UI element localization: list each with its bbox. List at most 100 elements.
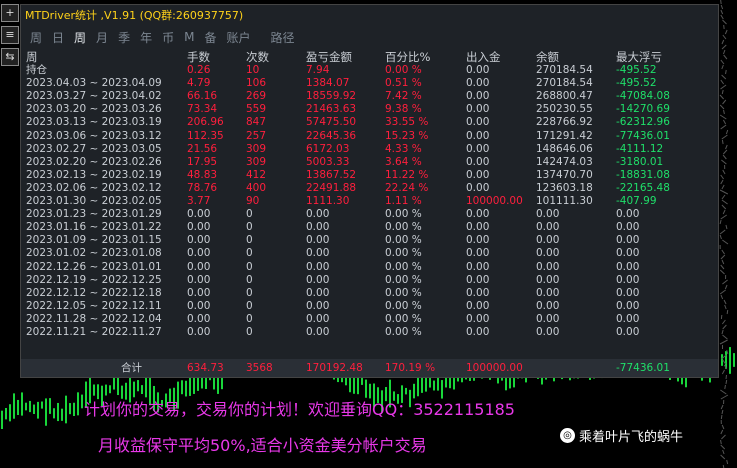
cell-dd: 0.00: [616, 234, 640, 247]
chart-tick: [725, 69, 727, 75]
cell-deposit: 0.00: [466, 64, 490, 77]
toolbar-button-1[interactable]: ≡: [1, 26, 19, 44]
period-tabs: 周日周月季年币 M 备账户 路径: [21, 27, 718, 47]
table-row[interactable]: 2023.03.27 ~ 2023.04.02 66.16 269 18559.92 7…: [21, 90, 718, 103]
cell-pl: 0.00: [306, 260, 330, 273]
table-row[interactable]: 2023.02.13 ~ 2023.02.19 48.83 412 13867.52 1…: [21, 169, 718, 182]
table-row[interactable]: 2023.01.30 ~ 2023.02.05 3.77 90 1111.30 1.11…: [21, 195, 718, 208]
toolbar-button-0[interactable]: +: [1, 4, 19, 22]
cell-period: 2023.01.09 ~ 2023.01.15: [26, 234, 162, 247]
cell-dd: -22165.48: [616, 181, 670, 194]
tab-8[interactable]: 备: [199, 29, 221, 46]
cell-period: 2022.11.21 ~ 2022.11.27: [26, 325, 162, 338]
table-row[interactable]: 2022.12.12 ~ 2022.12.18 0.00 0 0.00 0.00 % 0.…: [21, 287, 718, 300]
tab-1[interactable]: 日: [47, 29, 69, 46]
tab-5[interactable]: 年: [135, 29, 157, 46]
chart-tick: [722, 34, 727, 40]
table-row[interactable]: 2023.02.27 ~ 2023.03.05 21.56 309 6172.03 4.…: [21, 143, 718, 156]
chart-tick: [720, 264, 725, 270]
cell-dd: 0.00: [616, 260, 640, 273]
column-header: 百分比%: [385, 50, 431, 64]
chart-tick: [720, 214, 728, 220]
tab-4[interactable]: 季: [113, 29, 135, 46]
chart-tick: [720, 394, 729, 400]
table-row[interactable]: 2022.11.21 ~ 2022.11.27 0.00 0 0.00 0.00 % 0.…: [21, 326, 718, 339]
table-row[interactable]: 2023.01.09 ~ 2023.01.15 0.00 0 0.00 0.00 % 0.…: [21, 234, 718, 247]
cell-lots: 73.34: [187, 103, 218, 116]
table-row[interactable]: 2023.01.02 ~ 2023.01.08 0.00 0 0.00 0.00 % 0.…: [21, 247, 718, 260]
cell-balance: 0.00: [536, 299, 560, 312]
cell-period: 2023.01.02 ~ 2023.01.08: [26, 247, 162, 260]
cell-period: 2023.03.06 ~ 2023.03.12: [26, 129, 162, 142]
cell-lots: 3.77: [187, 195, 211, 208]
cell-pct: 4.33 %: [385, 142, 422, 155]
table-row[interactable]: 2023.01.23 ~ 2023.01.29 0.00 0 0.00 0.00 % 0.…: [21, 208, 718, 221]
ad-banner-line-1: 计划你的交易，交易你的计划！欢迎垂询QQ：3522115185: [84, 400, 515, 419]
tab-6[interactable]: 币: [157, 29, 179, 46]
tab-10[interactable]: 路径: [266, 29, 300, 46]
chart-tick: [726, 459, 729, 465]
cell-period: 2023.01.23 ~ 2023.01.29: [26, 208, 162, 221]
cell-period: 2023.03.27 ~ 2023.04.02: [26, 90, 162, 103]
chart-tick: [725, 224, 728, 230]
cell-dd: 0.00: [616, 286, 640, 299]
chart-tick: [721, 194, 726, 200]
cell-period: 2023.02.20 ~ 2023.02.26: [26, 155, 162, 168]
tab-7[interactable]: M: [179, 30, 199, 44]
chart-tick: [722, 149, 728, 155]
cell-period: 2022.11.28 ~ 2022.12.04: [26, 312, 162, 325]
chart-tick: [721, 39, 725, 45]
tab-2[interactable]: 周: [69, 29, 91, 46]
table-row[interactable]: 2023.03.20 ~ 2023.03.26 73.34 559 21463.63 9…: [21, 103, 718, 116]
cell-balance: 171291.42: [536, 129, 593, 142]
tab-9[interactable]: 账户: [221, 29, 255, 46]
chart-tick: [720, 174, 724, 180]
table-row[interactable]: 2022.12.26 ~ 2023.01.01 0.00 0 0.00 0.00 % 0.…: [21, 261, 718, 274]
chart-tick: [721, 434, 726, 440]
chart-tick: [722, 99, 727, 105]
totals-row: 合计 634.73 3568 170192.48 170.19 % 100000…: [21, 359, 718, 377]
cell-lots: 0.00: [187, 247, 211, 260]
table-row[interactable]: 持仓 0.26 10 7.94 0.00 % 0.00 270184.54 -495.52: [21, 64, 718, 77]
chart-tick: [721, 424, 725, 430]
cell-lots: 112.35: [187, 129, 224, 142]
cell-deposit: 0.00: [466, 116, 490, 129]
toolbar-button-2[interactable]: ⇆: [1, 48, 19, 66]
cell-lots: 48.83: [187, 168, 218, 181]
chart-tick: [720, 429, 724, 435]
table-row[interactable]: 2022.12.19 ~ 2022.12.25 0.00 0 0.00 0.00 % 0.…: [21, 274, 718, 287]
table-row[interactable]: 2023.03.06 ~ 2023.03.12 112.35 257 22645.36…: [21, 130, 718, 143]
tab-0[interactable]: 周: [25, 29, 47, 46]
cell-period: 2023.02.27 ~ 2023.03.05: [26, 142, 162, 155]
tab-3[interactable]: 月: [91, 29, 113, 46]
table-row[interactable]: 2023.02.06 ~ 2023.02.12 78.76 400 22491.88 2…: [21, 182, 718, 195]
table-row[interactable]: 2023.02.20 ~ 2023.02.26 17.95 309 5003.33 3.…: [21, 156, 718, 169]
chart-tick: [722, 49, 726, 55]
ad-banner-line-2: 月收益保守平均50%,适合小资金美分帐户交易: [98, 436, 427, 455]
table-row[interactable]: 2023.03.13 ~ 2023.03.19 206.96 847 57475.50…: [21, 116, 718, 129]
totals-label: 合计: [121, 362, 142, 374]
cell-balance: 0.00: [536, 208, 560, 221]
table-row[interactable]: 2023.04.03 ~ 2023.04.09 4.79 106 1384.07 0.5…: [21, 77, 718, 90]
table-row[interactable]: 2022.11.28 ~ 2022.12.04 0.00 0 0.00 0.00 % 0.…: [21, 313, 718, 326]
cell-dd: -495.52: [616, 77, 657, 90]
totals-pl: 170192.48: [306, 362, 363, 374]
cell-trades: 559: [246, 103, 267, 116]
cell-trades: 0: [246, 286, 253, 299]
cell-pl: 57475.50: [306, 116, 357, 129]
cell-pl: 0.00: [306, 325, 330, 338]
table-row[interactable]: 2023.01.16 ~ 2023.01.22 0.00 0 0.00 0.00 % 0.…: [21, 221, 718, 234]
cell-pl: 0.00: [306, 247, 330, 260]
stats-table: 周 手数 次数 盈亏金额 百分比% 出入金 余额 最大浮亏 持仓 0.26 10 7.94 0.00 …: [21, 51, 718, 339]
cell-dd: -47084.08: [616, 90, 670, 103]
chart-tick: [722, 119, 727, 125]
cell-trades: 269: [246, 90, 267, 103]
cell-period: 2023.03.13 ~ 2023.03.19: [26, 116, 162, 129]
cell-pct: 3.64 %: [385, 155, 422, 168]
cell-pl: 0.00: [306, 221, 330, 234]
cell-trades: 847: [246, 116, 267, 129]
cell-deposit: 0.00: [466, 273, 490, 286]
cell-balance: 0.00: [536, 234, 560, 247]
table-row[interactable]: 2022.12.05 ~ 2022.12.11 0.00 0 0.00 0.00 % 0.…: [21, 300, 718, 313]
cell-pct: 9.38 %: [385, 103, 422, 116]
